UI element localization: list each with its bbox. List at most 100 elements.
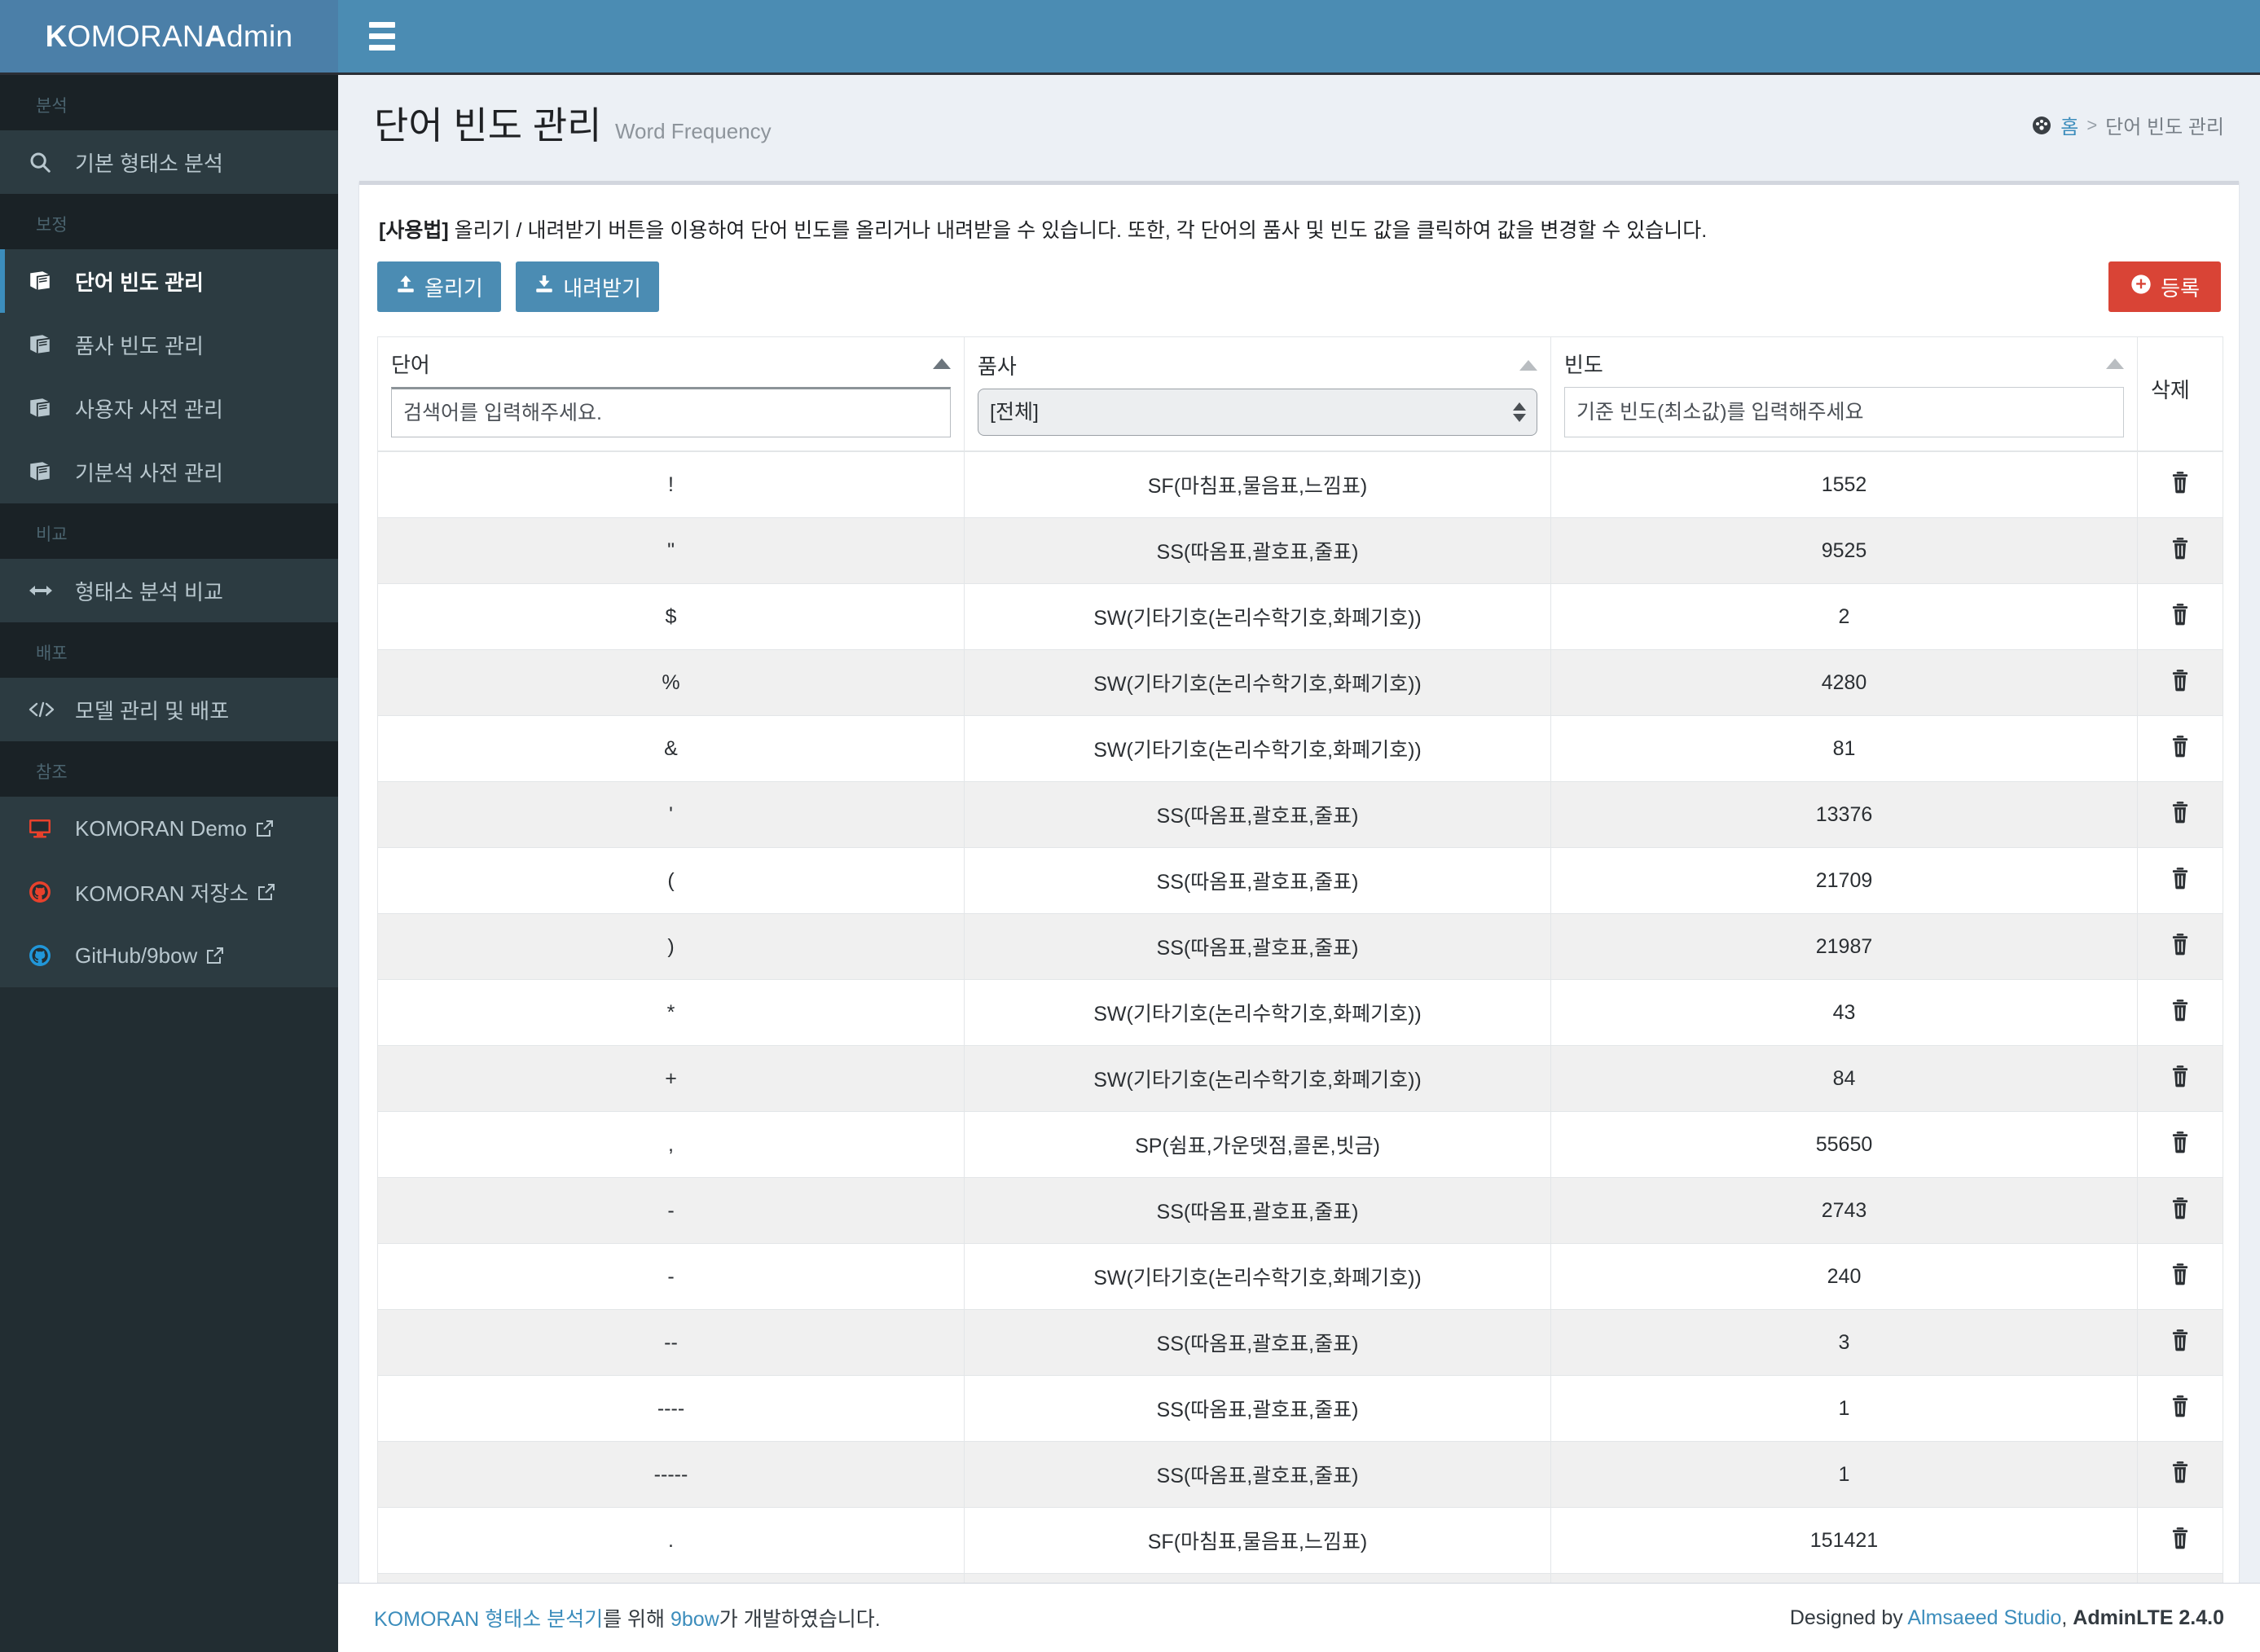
cell-frequency[interactable]: 151421 — [1550, 1507, 2138, 1574]
cell-frequency[interactable]: 81 — [1550, 715, 2138, 782]
table-header-row: 단어 품사 — [377, 336, 2223, 452]
cell-pos[interactable]: SW(기타기호(논리수학기호,화폐기호)) — [964, 649, 1551, 716]
trash-icon[interactable] — [2170, 1263, 2191, 1285]
footer-komoran-link[interactable]: KOMORAN 형태소 분석기 — [374, 1608, 603, 1631]
sidebar-item-pos-frequency[interactable]: 품사 빈도 관리 — [0, 313, 338, 376]
sidebar-item-komoran-demo[interactable]: KOMORAN Demo — [0, 797, 338, 860]
download-button[interactable]: 내려받기 — [516, 261, 659, 312]
freq-filter-input[interactable] — [1564, 387, 2124, 437]
cell-frequency[interactable]: 1 — [1550, 1375, 2138, 1442]
cell-delete[interactable] — [2137, 1441, 2223, 1508]
breadcrumb-home[interactable]: 홈 — [2060, 111, 2078, 139]
trash-icon[interactable] — [2170, 1065, 2191, 1087]
trash-icon[interactable] — [2170, 603, 2191, 626]
cell-delete[interactable] — [2137, 1177, 2223, 1244]
cell-frequency[interactable]: 240 — [1550, 1243, 2138, 1310]
column-word[interactable]: 단어 — [377, 336, 965, 452]
column-pos[interactable]: 품사 [전체] — [964, 336, 1551, 452]
cell-pos[interactable]: SF(마침표,물음표,느낌표) — [964, 450, 1551, 518]
footer-almsaeed-link[interactable]: Almsaeed Studio — [1907, 1606, 2061, 1629]
sort-asc-icon[interactable] — [2106, 358, 2124, 369]
cell-pos[interactable]: SP(쉼표,가운뎃점,콜론,빗금) — [964, 1111, 1551, 1178]
cell-delete[interactable] — [2137, 517, 2223, 584]
pos-filter-select[interactable]: [전체] — [978, 389, 1537, 436]
cell-delete[interactable] — [2137, 1243, 2223, 1310]
cell-pos[interactable]: SS(따옴표,괄호표,줄표) — [964, 1375, 1551, 1442]
cell-frequency[interactable]: 2 — [1550, 583, 2138, 650]
trash-icon[interactable] — [2170, 1329, 2191, 1351]
dashboard-icon — [2031, 115, 2052, 136]
cell-delete[interactable] — [2137, 1507, 2223, 1574]
table-row: ---- SS(따옴표,괄호표,줄표) 1 — [377, 1375, 2223, 1442]
cell-frequency[interactable]: 84 — [1550, 1045, 2138, 1112]
sidebar-item-model-deploy[interactable]: 모델 관리 및 배포 — [0, 678, 338, 741]
cell-frequency[interactable]: 3 — [1550, 1309, 2138, 1376]
brand-logo[interactable]: K OMORAN Admin — [0, 0, 338, 75]
cell-pos[interactable]: SW(기타기호(논리수학기호,화폐기호)) — [964, 1243, 1551, 1310]
cell-pos[interactable]: SF(마침표,물음표,느낌표) — [964, 1507, 1551, 1574]
cell-frequency[interactable]: 9525 — [1550, 517, 2138, 584]
cell-pos[interactable]: SS(따옴표,괄호표,줄표) — [964, 847, 1551, 914]
cell-pos[interactable]: SW(기타기호(논리수학기호,화폐기호)) — [964, 715, 1551, 782]
trash-icon[interactable] — [2170, 735, 2191, 758]
sidebar-item-user-dictionary[interactable]: 사용자 사전 관리 — [0, 376, 338, 440]
cell-frequency[interactable]: 55650 — [1550, 1111, 2138, 1178]
trash-icon[interactable] — [2170, 669, 2191, 692]
trash-icon[interactable] — [2170, 999, 2191, 1022]
cell-delete[interactable] — [2137, 715, 2223, 782]
cell-frequency[interactable]: 13376 — [1550, 781, 2138, 848]
brand-logo-k: K — [45, 19, 68, 53]
cell-pos[interactable]: SS(따옴표,괄호표,줄표) — [964, 1309, 1551, 1376]
cell-pos[interactable]: SS(따옴표,괄호표,줄표) — [964, 1441, 1551, 1508]
sidebar-item-preanalyzed-dictionary[interactable]: 기분석 사전 관리 — [0, 440, 338, 503]
sidebar-item-morph-compare[interactable]: 형태소 분석 비교 — [0, 559, 338, 622]
cell-frequency[interactable]: 1 — [1550, 1441, 2138, 1508]
cell-pos[interactable]: SS(따옴표,괄호표,줄표) — [964, 913, 1551, 980]
sidebar-item-komoran-repository[interactable]: KOMORAN 저장소 — [0, 860, 338, 924]
cell-frequency[interactable]: 21987 — [1550, 913, 2138, 980]
cell-frequency[interactable]: 1552 — [1550, 450, 2138, 518]
sidebar-item-github-9bow[interactable]: GitHub/9bow — [0, 924, 338, 987]
cell-pos[interactable]: SS(따옴표,괄호표,줄표) — [964, 1177, 1551, 1244]
cell-pos[interactable]: SW(기타기호(논리수학기호,화폐기호)) — [964, 1045, 1551, 1112]
cell-delete[interactable] — [2137, 847, 2223, 914]
cell-delete[interactable] — [2137, 649, 2223, 716]
column-freq[interactable]: 빈도 — [1550, 336, 2138, 452]
trash-icon[interactable] — [2170, 867, 2191, 890]
trash-icon[interactable] — [2170, 1527, 2191, 1549]
word-search-input[interactable] — [391, 387, 951, 437]
cell-frequency[interactable]: 43 — [1550, 979, 2138, 1046]
cell-delete[interactable] — [2137, 1309, 2223, 1376]
cell-frequency[interactable]: 2743 — [1550, 1177, 2138, 1244]
cell-pos[interactable]: SW(기타기호(논리수학기호,화폐기호)) — [964, 583, 1551, 650]
sort-asc-icon[interactable] — [933, 358, 951, 369]
hamburger-icon[interactable] — [348, 0, 416, 74]
cell-delete[interactable] — [2137, 1375, 2223, 1442]
trash-icon[interactable] — [2170, 1197, 2191, 1219]
register-button[interactable]: 등록 — [2108, 261, 2221, 312]
cell-pos[interactable]: SS(따옴표,괄호표,줄표) — [964, 781, 1551, 848]
cell-pos[interactable]: SS(따옴표,괄호표,줄표) — [964, 517, 1551, 584]
cell-delete[interactable] — [2137, 450, 2223, 518]
upload-button[interactable]: 올리기 — [377, 261, 501, 312]
sidebar-item-basic-morph-analysis[interactable]: 기본 형태소 분석 — [0, 130, 338, 194]
trash-icon[interactable] — [2170, 801, 2191, 824]
trash-icon[interactable] — [2170, 1461, 2191, 1483]
footer-9bow-link[interactable]: 9bow — [671, 1608, 719, 1631]
cell-delete[interactable] — [2137, 1045, 2223, 1112]
cell-delete[interactable] — [2137, 583, 2223, 650]
trash-icon[interactable] — [2170, 1395, 2191, 1417]
trash-icon[interactable] — [2170, 933, 2191, 956]
cell-frequency[interactable]: 21709 — [1550, 847, 2138, 914]
cell-delete[interactable] — [2137, 979, 2223, 1046]
cell-delete[interactable] — [2137, 781, 2223, 848]
cell-delete[interactable] — [2137, 1111, 2223, 1178]
trash-icon[interactable] — [2170, 471, 2191, 494]
trash-icon[interactable] — [2170, 1131, 2191, 1153]
trash-icon[interactable] — [2170, 537, 2191, 560]
cell-delete[interactable] — [2137, 913, 2223, 980]
sidebar-item-word-frequency[interactable]: 단어 빈도 관리 — [0, 249, 338, 313]
cell-frequency[interactable]: 4280 — [1550, 649, 2138, 716]
cell-pos[interactable]: SW(기타기호(논리수학기호,화폐기호)) — [964, 979, 1551, 1046]
sort-asc-icon[interactable] — [1519, 360, 1537, 371]
